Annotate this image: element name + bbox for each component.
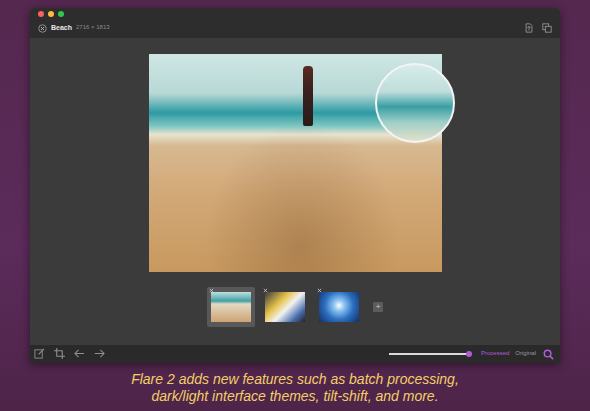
magnifier-loupe[interactable] [375,63,455,143]
crop-icon[interactable] [54,348,66,360]
zoom-icon[interactable] [543,349,554,360]
title-bar: Beach 2716 × 1813 [30,8,560,38]
remove-icon[interactable] [209,288,214,293]
close-image-icon[interactable] [38,24,47,33]
title-row: Beach 2716 × 1813 [38,18,552,38]
export-icon[interactable] [524,23,534,33]
remove-icon[interactable] [263,288,268,293]
forward-arrow-icon[interactable] [94,348,106,360]
app-window: Beach 2716 × 1813 + ProcessedOriginal [30,8,560,363]
view-controls: ProcessedOriginal [389,349,554,360]
thumbnail[interactable] [261,287,309,327]
promo-caption: Flare 2 adds new features such as batch … [131,371,459,405]
copy-icon[interactable] [542,23,552,33]
edit-icon[interactable] [34,348,46,360]
back-arrow-icon[interactable] [74,348,86,360]
thumbnail-image [211,292,251,322]
slider-knob[interactable] [466,351,472,357]
header-actions [524,23,552,33]
image-dimensions: 2716 × 1813 [76,24,110,31]
add-image-button[interactable]: + [373,302,383,312]
caption-line: dark/light interface themes, tilt-shift,… [131,388,459,405]
tool-group [34,348,106,360]
thumbnail[interactable] [315,287,363,327]
image-title: Beach [51,24,72,32]
window-controls [38,8,552,18]
thumbnail-image [265,292,305,322]
thumbnail-strip: + [207,287,383,327]
view-mode-button[interactable]: Original [512,350,539,357]
slider-fill [389,353,469,355]
photo-preview[interactable] [149,54,442,272]
bottom-toolbar: ProcessedOriginal [30,345,560,363]
canvas-area: + [30,38,560,345]
caption-line: Flare 2 adds new features such as batch … [131,371,459,388]
minimize-button[interactable] [48,11,54,17]
close-button[interactable] [38,11,44,17]
zoom-button[interactable] [58,11,64,17]
remove-icon[interactable] [317,288,322,293]
compare-slider[interactable] [389,353,472,355]
thumbnail-image [319,292,359,322]
photo-subject [303,66,313,126]
view-mode-button[interactable]: Processed [478,350,512,357]
thumbnail[interactable] [207,287,255,327]
